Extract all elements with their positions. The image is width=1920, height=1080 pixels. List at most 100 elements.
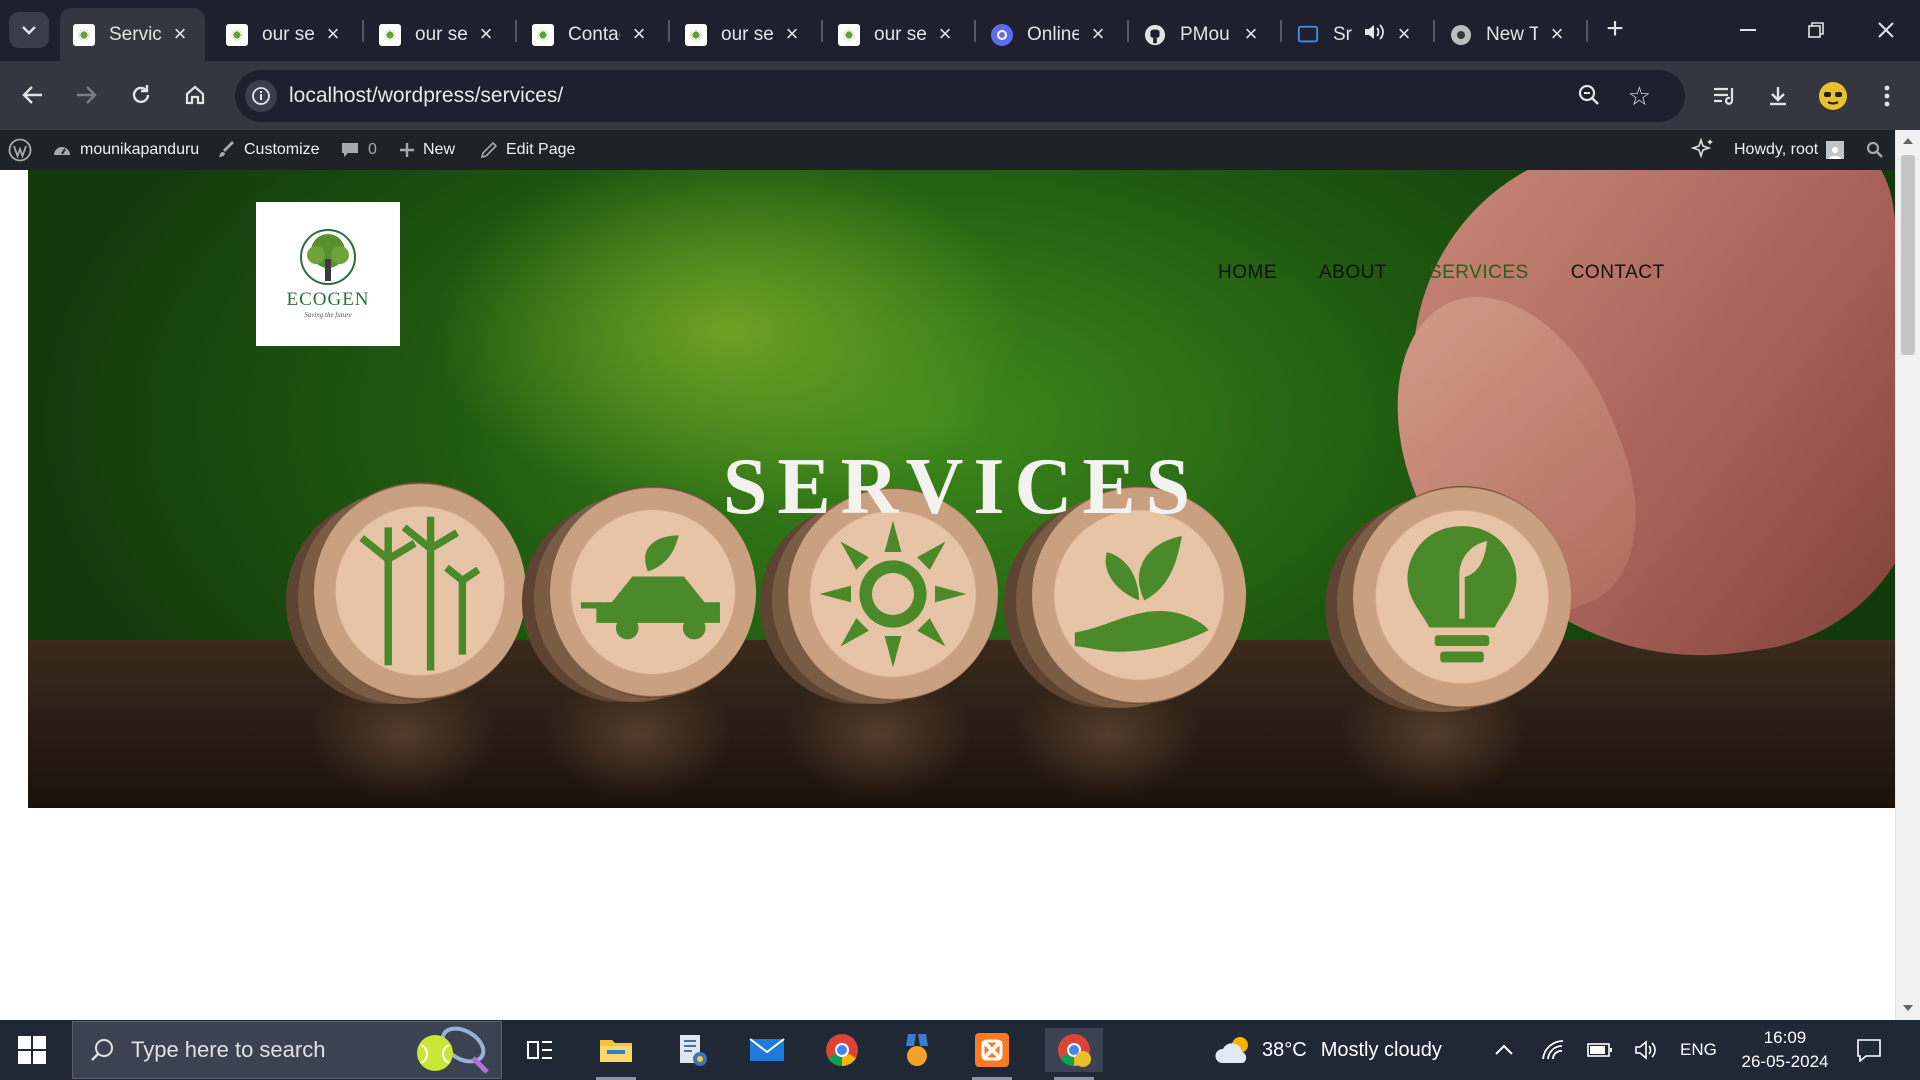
reading-list-icon[interactable] [1708,79,1742,113]
tab-search-button[interactable] [9,12,49,48]
tab-separator [821,20,823,42]
mail-icon[interactable] [745,1028,789,1072]
ai-sparkle-icon[interactable] [1690,130,1716,170]
close-icon[interactable]: × [781,21,803,46]
tab-title: Sr [1333,23,1352,45]
notepad-python-icon[interactable] [670,1028,714,1072]
volume-icon[interactable] [1634,1020,1658,1080]
close-icon[interactable]: × [475,21,497,46]
tab-separator [1586,20,1588,42]
wordpress-logo-icon[interactable] [8,130,32,170]
tab-our-services-2[interactable]: our services × [366,8,511,61]
close-icon[interactable]: × [628,21,650,46]
tab-our-services-1[interactable]: our services × [213,8,358,61]
tab-our-services-3[interactable]: our services × [672,8,817,61]
chrome-icon [1450,24,1472,46]
download-icon[interactable] [1761,79,1795,113]
nav-about[interactable]: ABOUT [1319,262,1387,284]
tab-new-tab[interactable]: New Tab × [1437,8,1582,61]
task-view-icon[interactable] [518,1028,562,1072]
restore-icon[interactable] [1796,10,1836,50]
chrome-profile-active-icon[interactable] [1045,1028,1103,1080]
nav-contact[interactable]: CONTACT [1571,262,1665,284]
profile-avatar-icon[interactable] [1816,79,1850,113]
admin-comments[interactable]: 0 [340,130,377,170]
tab-separator [668,20,670,42]
close-window-icon[interactable] [1866,10,1906,50]
taskbar-search-box[interactable]: Type here to search [72,1021,502,1079]
minimize-icon[interactable] [1728,10,1768,50]
nav-services[interactable]: SERVICES [1429,262,1529,284]
tab-title: Contact [568,23,620,45]
close-icon[interactable]: × [934,21,956,46]
tab-contact[interactable]: Contact × [519,8,664,61]
new-tab-button[interactable]: + [1600,14,1630,44]
logo-name: ECOGEN [286,289,370,310]
close-icon[interactable]: × [322,21,344,46]
tab-online[interactable]: Online × [978,8,1123,61]
admin-site-name[interactable]: mounikapanduru [52,130,199,170]
kebab-menu-icon[interactable] [1870,79,1904,113]
clock[interactable]: 16:09 26-05-2024 [1730,1026,1840,1074]
brush-icon [218,141,236,159]
windows-start-icon[interactable] [18,1036,46,1064]
page-scrollbar[interactable] [1895,130,1920,1020]
tree-icon [300,229,356,285]
ecogen-favicon-icon [73,23,95,46]
site-info-icon[interactable] [245,80,277,112]
avatar [1826,141,1845,159]
tab-separator [515,20,517,42]
search-icon[interactable] [1866,130,1884,170]
forward-arrow-icon[interactable] [68,77,104,113]
notifications-icon[interactable] [1856,1020,1882,1080]
nav-home[interactable]: HOME [1218,262,1277,284]
show-hidden-icons-chevron-up-icon[interactable] [1494,1020,1514,1080]
wp-admin-bar: mounikapanduru Customize 0 New Edit Page… [0,130,1920,170]
tab-services[interactable]: Services × [60,8,205,61]
language-indicator[interactable]: ENG [1680,1020,1717,1080]
tab-our-services-4[interactable]: our services × [825,8,970,61]
scroll-down-arrow-icon[interactable] [1903,1005,1913,1011]
bookmark-star-icon[interactable]: ☆ [1628,81,1651,112]
scrollbar-thumb[interactable] [1901,155,1915,355]
chrome-icon[interactable] [820,1028,864,1072]
file-explorer-icon[interactable] [594,1028,638,1080]
close-icon[interactable]: × [169,21,191,46]
admin-customize[interactable]: Customize [218,130,320,170]
network-icon[interactable] [1541,1020,1565,1080]
hero-title: SERVICES [722,443,1201,531]
admin-edit-page[interactable]: Edit Page [480,130,575,170]
site-logo[interactable]: ECOGEN Saving the future [256,202,400,346]
zoom-icon[interactable] [1577,83,1601,112]
address-bar[interactable]: localhost/wordpress/services/ ☆ [235,70,1685,122]
close-icon[interactable]: × [1087,21,1109,46]
tab-screen[interactable]: Sr × [1284,8,1429,61]
xampp-icon[interactable] [970,1028,1014,1080]
hero-banner: ECOGEN Saving the future HOME ABOUT SERV… [28,170,1895,808]
scroll-up-arrow-icon[interactable] [1903,138,1913,144]
url-text[interactable]: localhost/wordpress/services/ [289,84,563,108]
back-arrow-icon[interactable] [15,77,51,113]
screen-icon [1297,24,1319,46]
tab-title: our services [721,23,773,45]
comments-count: 0 [368,141,377,158]
reload-icon[interactable] [123,77,159,113]
battery-icon[interactable] [1587,1020,1613,1080]
comment-bubble-icon [340,141,360,159]
medal-app-icon[interactable] [895,1028,939,1072]
tab-title: our services [262,23,314,45]
close-icon[interactable]: × [1546,21,1568,46]
tab-github[interactable]: PMou × [1131,8,1276,61]
tab-separator [362,20,364,42]
chevron-down-icon [22,26,36,35]
speaker-icon[interactable] [1363,22,1385,48]
weather-widget[interactable]: 38°C Mostly cloudy [1214,1020,1442,1080]
page-viewport: ECOGEN Saving the future HOME ABOUT SERV… [0,170,1895,1020]
search-icon [91,1039,113,1061]
close-icon[interactable]: × [1240,21,1262,46]
admin-account[interactable]: Howdy, root [1734,130,1845,170]
admin-new[interactable]: New [399,130,455,170]
close-icon[interactable]: × [1393,21,1415,46]
main-nav: HOME ABOUT SERVICES CONTACT [1218,262,1665,284]
home-icon[interactable] [177,77,213,113]
